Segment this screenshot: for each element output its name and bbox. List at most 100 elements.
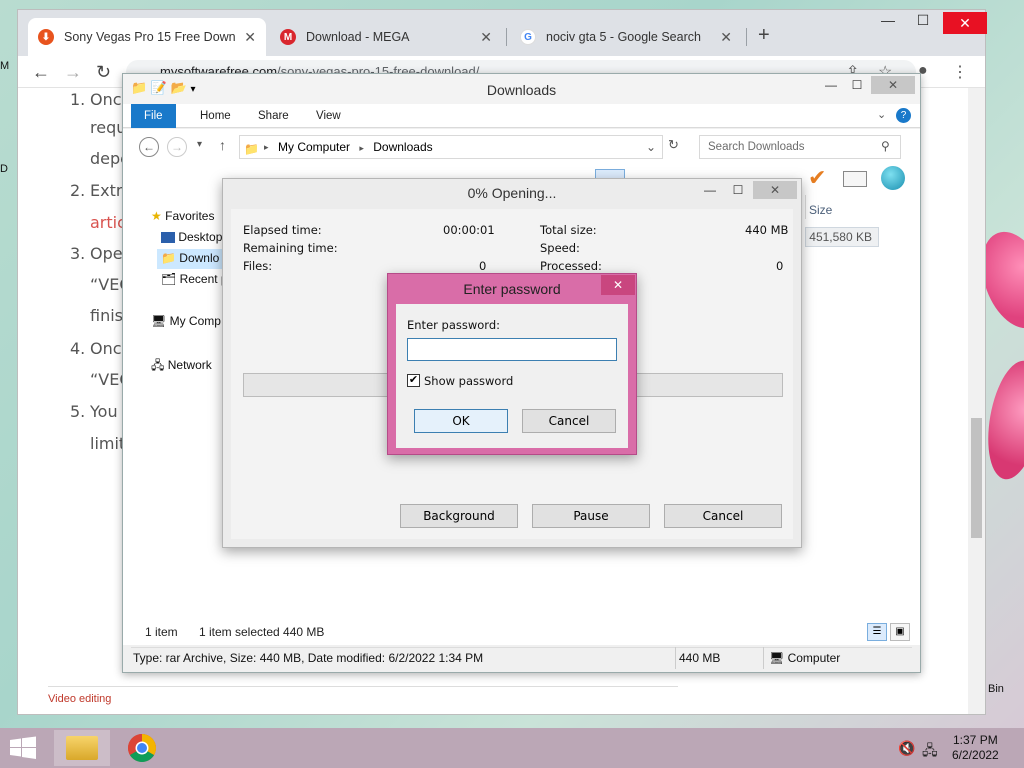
chevron-down-icon[interactable]: ⌄ (877, 108, 886, 121)
star-icon: ★ (151, 209, 162, 223)
tab-sony-vegas[interactable]: ⬇ Sony Vegas Pro 15 Free Downloa ✕ (28, 18, 266, 56)
tab-home[interactable]: Home (187, 104, 244, 128)
minimize-icon[interactable]: — (818, 78, 844, 92)
nav-favorites[interactable]: ★ Favorites (151, 209, 214, 223)
cancel-button[interactable]: Cancel (664, 504, 782, 528)
window-icon[interactable] (843, 171, 867, 187)
volume-muted-icon[interactable]: 🔇 (898, 740, 915, 757)
remaining-time-label: Remaining time: (243, 241, 338, 255)
chrome-taskbar-button[interactable] (114, 730, 170, 766)
large-icons-view-icon[interactable]: ▣ (890, 623, 910, 641)
list-item-number: 2. (70, 181, 86, 200)
nav-network[interactable]: 🖧 Network (151, 356, 212, 377)
chevron-down-icon[interactable]: ▾ (197, 139, 202, 150)
tab-share[interactable]: Share (245, 104, 302, 128)
details-bar: Type: rar Archive, Size: 440 MB, Date mo… (131, 647, 912, 669)
ok-button[interactable]: OK (414, 409, 508, 433)
maximize-icon[interactable]: ☐ (725, 183, 751, 197)
tab-separator (506, 28, 507, 46)
help-icon[interactable]: ? (896, 108, 911, 123)
column-header-size[interactable]: Size (809, 203, 832, 217)
address-row: ← → ▾ ↑ 📁 ▸ My Computer ▸ Downloads ⌄ ↻ … (123, 129, 920, 165)
nav-label: Downlo (179, 251, 220, 265)
breadcrumb-item[interactable]: My Computer (278, 140, 350, 154)
dialog-body: Enter password: ✔ Show password OK Cance… (396, 304, 628, 448)
files-value: 0 (479, 259, 487, 273)
background-button[interactable]: Background (400, 504, 518, 528)
tab-google-search[interactable]: G nociv gta 5 - Google Search ✕ (510, 18, 742, 56)
tab-title: nociv gta 5 - Google Search (546, 30, 701, 44)
file-size-cell[interactable]: 451,580 KB (805, 227, 879, 247)
breadcrumb-item[interactable]: Downloads (373, 140, 432, 154)
up-arrow-icon[interactable]: ↑ (219, 137, 226, 153)
reload-icon[interactable]: ↻ (96, 62, 111, 83)
checkmark-icon[interactable]: ✔ (808, 165, 826, 191)
page-scrollbar[interactable] (968, 88, 985, 714)
password-input[interactable] (407, 338, 617, 361)
cancel-button[interactable]: Cancel (522, 409, 616, 433)
explorer-titlebar[interactable]: 📁 📝 📂 ▾ Downloads — ☐ ✕ (123, 74, 920, 104)
refresh-icon[interactable]: ↻ (668, 137, 679, 153)
clock[interactable]: 1:37 PM 6/2/2022 (952, 733, 999, 763)
item-count: 1 item (145, 625, 178, 639)
list-item-number: 3. (70, 244, 86, 263)
network-icon: 🖧 (151, 358, 165, 372)
recycle-bin-label[interactable]: Bin (988, 683, 1004, 695)
desktop-icon-label[interactable]: D (0, 163, 8, 175)
processed-label: Processed: (540, 259, 602, 273)
show-password-label[interactable]: Show password (424, 374, 513, 388)
network-icon[interactable]: 🖧 (922, 740, 938, 764)
explorer-address-bar[interactable]: 📁 ▸ My Computer ▸ Downloads ⌄ (239, 135, 663, 159)
wallpaper-flower (979, 356, 1024, 484)
file-explorer-taskbar-button[interactable] (54, 730, 110, 766)
close-window-icon[interactable]: ✕ (871, 76, 915, 94)
chrome-icon (128, 734, 156, 762)
forward-icon[interactable]: → (167, 137, 187, 157)
list-item-text: requ (90, 118, 127, 137)
tab-mega[interactable]: M Download - MEGA ✕ (270, 18, 502, 56)
location: 🖥 Computer (769, 651, 840, 665)
menu-icon[interactable]: ⋮ (952, 62, 968, 82)
chevron-down-icon[interactable]: ⌄ (646, 136, 656, 158)
close-tab-icon[interactable]: ✕ (244, 29, 256, 46)
chevron-right-icon: ▸ (264, 142, 269, 152)
close-window-icon[interactable]: ✕ (753, 181, 797, 199)
back-icon[interactable]: ← (32, 62, 50, 83)
list-item-text: limit (90, 434, 126, 453)
category-link[interactable]: Video editing (48, 693, 111, 705)
windows-start-icon[interactable] (8, 736, 38, 760)
nav-label: Recent p (179, 272, 228, 286)
maximize-icon[interactable]: ☐ (908, 12, 938, 29)
elapsed-time-label: Elapsed time: (243, 223, 322, 237)
search-input[interactable]: Search Downloads (699, 135, 901, 159)
article-link[interactable]: artic (90, 213, 126, 232)
nav-desktop[interactable]: Desktop (161, 230, 222, 244)
close-window-icon[interactable]: ✕ (943, 12, 987, 34)
close-icon[interactable]: ✕ (601, 275, 635, 295)
tab-title: Sony Vegas Pro 15 Free Downloa (64, 30, 237, 44)
forward-icon[interactable]: → (64, 62, 82, 83)
search-icon: ⚲ (881, 139, 890, 153)
close-tab-icon[interactable]: ✕ (720, 29, 732, 46)
nav-my-computer[interactable]: 🖥 My Comp (151, 314, 221, 328)
close-tab-icon[interactable]: ✕ (480, 29, 492, 46)
globe-icon[interactable] (881, 166, 905, 190)
list-item-number: 5. (70, 402, 86, 421)
tab-file[interactable]: File (131, 104, 176, 128)
new-tab-icon[interactable]: + (758, 24, 770, 47)
google-icon: G (520, 29, 536, 45)
download-icon: ⬇ (38, 29, 54, 45)
minimize-icon[interactable]: — (873, 12, 903, 28)
desktop-icon-label[interactable]: M (0, 60, 9, 72)
details-view-icon[interactable]: ☰ (867, 623, 887, 641)
mega-icon: M (280, 29, 296, 45)
nav-label: Network (167, 358, 212, 372)
show-password-checkbox[interactable]: ✔ (407, 374, 420, 387)
scrollbar-thumb[interactable] (971, 418, 982, 538)
back-icon[interactable]: ← (139, 137, 159, 157)
minimize-icon[interactable]: — (697, 183, 723, 197)
maximize-icon[interactable]: ☐ (844, 78, 870, 92)
nav-recent[interactable]: 🗂 Recent p (161, 272, 228, 286)
tab-view[interactable]: View (303, 104, 354, 128)
pause-button[interactable]: Pause (532, 504, 650, 528)
